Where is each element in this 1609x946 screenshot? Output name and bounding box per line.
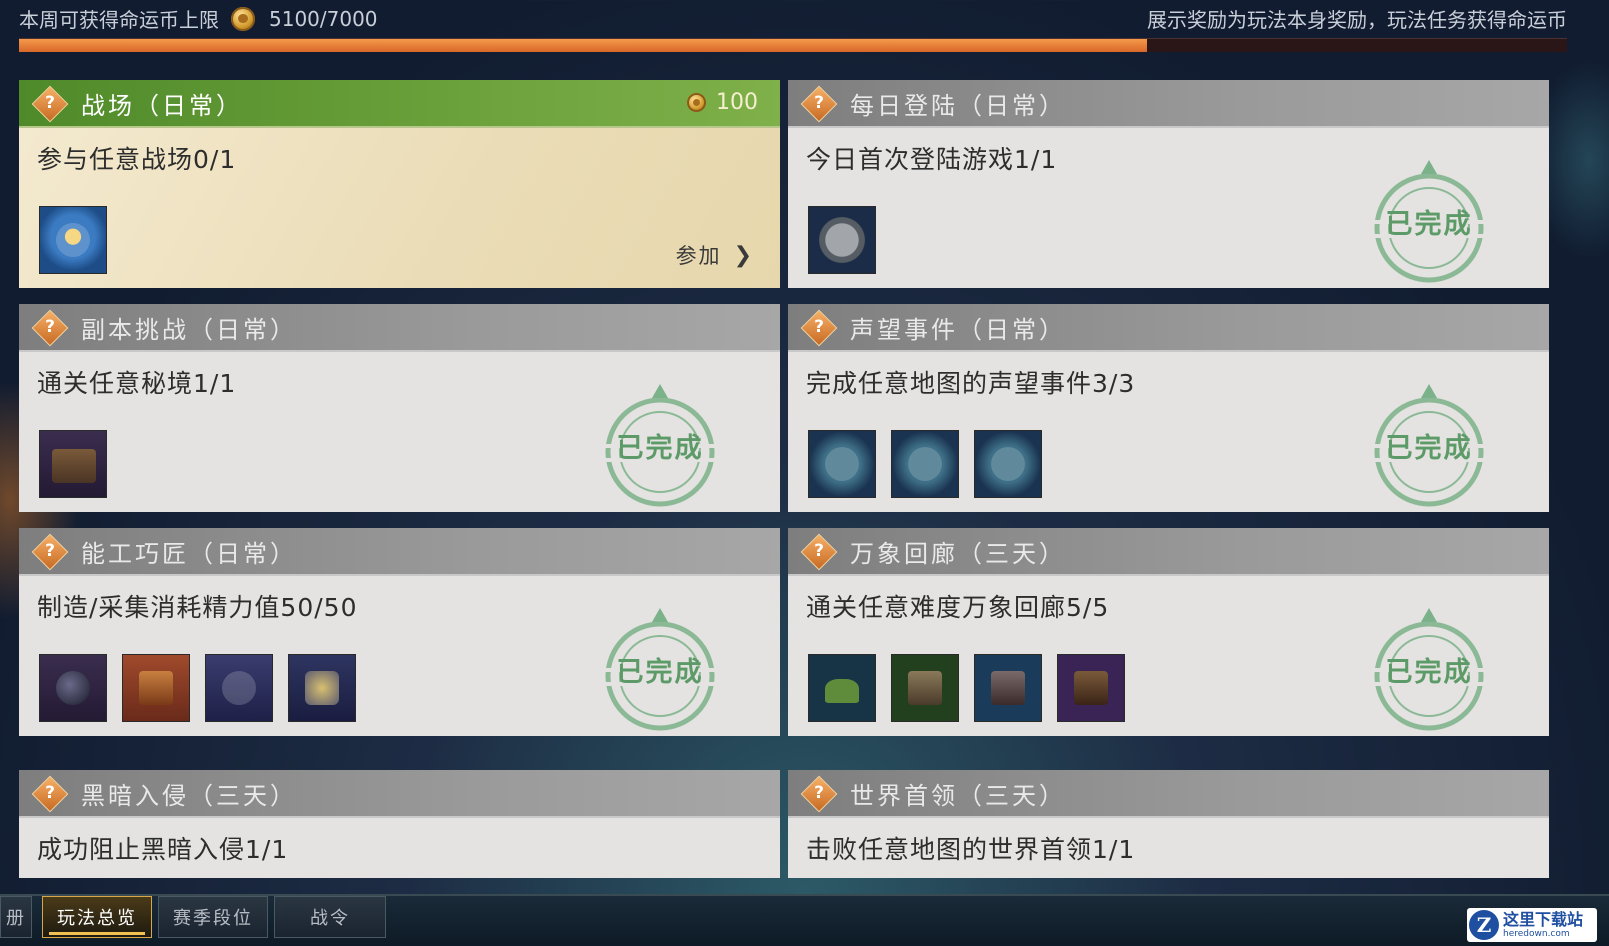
task-description: 成功阻止黑暗入侵1/1 — [37, 835, 289, 864]
weekly-limit: 本周可获得命运币上限 5100/7000 — [19, 4, 378, 33]
blue-medal-icon[interactable] — [39, 206, 107, 274]
task-description: 击败任意地图的世界首领1/1 — [806, 835, 1136, 864]
card-title: 能工巧匠（日常） — [81, 540, 297, 568]
watermark-cn: 这里下载站 — [1503, 909, 1584, 929]
chevron-right-icon: ❯ — [733, 242, 754, 268]
purple-chest-icon[interactable] — [1057, 654, 1125, 722]
card-header: ? 世界首领（三天） — [788, 770, 1549, 818]
completed-label: 已完成 — [1385, 433, 1473, 464]
completed-label: 已完成 — [616, 433, 704, 464]
task-card-dungeon[interactable]: ? 副本挑战（日常） 通关任意秘境1/1 已完成 — [19, 304, 780, 512]
watermark-logo-icon: Z — [1469, 910, 1499, 940]
card-header: ? 万象回廊（三天） — [788, 528, 1549, 576]
tab-handbook[interactable]: 册 — [0, 896, 32, 938]
question-mark-icon[interactable]: ? — [37, 313, 63, 341]
task-card-world-boss[interactable]: ? 世界首领（三天） 击败任意地图的世界首领1/1 — [788, 770, 1549, 878]
card-header: ? 能工巧匠（日常） — [19, 528, 780, 576]
site-watermark: Z 这里下载站 heredown.com — [1467, 908, 1597, 942]
weekly-header: 本周可获得命运币上限 5100/7000 展示奖励为玩法本身奖励，玩法任务获得命… — [0, 0, 1609, 34]
question-mark-icon[interactable]: ? — [806, 537, 832, 565]
mask-emblem-icon[interactable] — [891, 430, 959, 498]
task-card-reputation[interactable]: ? 声望事件（日常） 完成任意地图的声望事件3/3 已完成 — [788, 304, 1549, 512]
card-header: ? 声望事件（日常） — [788, 304, 1549, 352]
tab-battle-pass[interactable]: 战令 — [274, 896, 386, 938]
tab-season-rank[interactable]: 赛季段位 — [158, 896, 268, 938]
task-description: 制造/采集消耗精力值50/50 — [37, 593, 358, 622]
completed-stamp: 已完成 — [1349, 382, 1509, 512]
completed-stamp: 已完成 — [1349, 158, 1509, 288]
tree-emblem-icon[interactable] — [974, 430, 1042, 498]
question-mark-icon[interactable]: ? — [37, 89, 63, 117]
red-box-icon[interactable] — [122, 654, 190, 722]
fate-coin-icon — [687, 93, 706, 112]
question-mark-icon[interactable]: ? — [806, 89, 832, 117]
join-label: 参加 — [675, 244, 722, 268]
tab-overview[interactable]: 玩法总览 — [42, 896, 152, 938]
question-mark-icon[interactable]: ? — [806, 779, 832, 807]
completed-stamp: 已完成 — [580, 382, 740, 512]
completed-label: 已完成 — [616, 657, 704, 688]
card-title: 万象回廊（三天） — [850, 540, 1066, 568]
reward-items — [39, 654, 371, 722]
question-mark-icon[interactable]: ? — [37, 537, 63, 565]
task-card-crafting[interactable]: ? 能工巧匠（日常） 制造/采集消耗精力值50/50 已完成 — [19, 528, 780, 736]
flame-emblem-icon[interactable] — [808, 430, 876, 498]
task-description: 参与任意战场0/1 — [37, 145, 237, 174]
card-header: ? 战场（日常） 100 — [19, 80, 780, 128]
question-mark-icon[interactable]: ? — [806, 313, 832, 341]
task-card-daily-login[interactable]: ? 每日登陆（日常） 今日首次登陆游戏1/1 已完成 — [788, 80, 1549, 288]
question-mark-icon[interactable]: ? — [37, 779, 63, 807]
reward-amount: 100 — [687, 90, 758, 115]
task-card-dark-invasion[interactable]: ? 黑暗入侵（三天） 成功阻止黑暗入侵1/1 — [19, 770, 780, 878]
fate-coin-icon — [231, 6, 255, 31]
reward-items — [39, 206, 122, 274]
completed-label: 已完成 — [1385, 209, 1473, 240]
task-description: 今日首次登陆游戏1/1 — [806, 145, 1058, 174]
reward-items — [39, 430, 122, 498]
task-description: 完成任意地图的声望事件3/3 — [806, 369, 1136, 398]
blue-chest-icon[interactable] — [974, 654, 1042, 722]
card-title: 声望事件（日常） — [850, 316, 1066, 344]
task-card-battlefield[interactable]: ? 战场（日常） 100 参与任意战场0/1 参加 ❯ — [19, 80, 780, 288]
pouch-icon[interactable] — [205, 654, 273, 722]
task-description: 通关任意难度万象回廊5/5 — [806, 593, 1110, 622]
completed-stamp: 已完成 — [580, 606, 740, 736]
reward-value: 100 — [716, 90, 758, 115]
task-description: 通关任意秘境1/1 — [37, 369, 237, 398]
weekly-limit-value: 5100/7000 — [269, 6, 378, 31]
bomb-icon[interactable] — [39, 654, 107, 722]
reward-items — [808, 654, 1140, 722]
watermark-en: heredown.com — [1503, 928, 1570, 939]
herb-pile-icon[interactable] — [808, 654, 876, 722]
card-title: 每日登陆（日常） — [850, 92, 1066, 120]
reward-items — [808, 206, 891, 274]
weekly-limit-label: 本周可获得命运币上限 — [19, 8, 219, 32]
weekly-progress-fill — [19, 39, 1147, 52]
green-chest-icon[interactable] — [891, 654, 959, 722]
weekly-progress-bar — [19, 38, 1567, 52]
card-header: ? 每日登陆（日常） — [788, 80, 1549, 128]
task-card-gallery[interactable]: ? 万象回廊（三天） 通关任意难度万象回廊5/5 已完成 — [788, 528, 1549, 736]
treasure-chest-icon[interactable] — [39, 430, 107, 498]
lantern-icon[interactable] — [288, 654, 356, 722]
reward-note: 展示奖励为玩法本身奖励，玩法任务获得命运币 — [1147, 8, 1567, 32]
silver-coin-icon[interactable] — [808, 206, 876, 274]
card-title: 黑暗入侵（三天） — [81, 782, 297, 810]
card-title: 副本挑战（日常） — [81, 316, 297, 344]
join-button[interactable]: 参加 ❯ — [676, 240, 754, 270]
card-title: 战场（日常） — [81, 92, 243, 120]
completed-label: 已完成 — [1385, 657, 1473, 688]
reward-items — [808, 430, 1057, 498]
card-title: 世界首领（三天） — [850, 782, 1066, 810]
card-header: ? 副本挑战（日常） — [19, 304, 780, 352]
card-header: ? 黑暗入侵（三天） — [19, 770, 780, 818]
completed-stamp: 已完成 — [1349, 606, 1509, 736]
